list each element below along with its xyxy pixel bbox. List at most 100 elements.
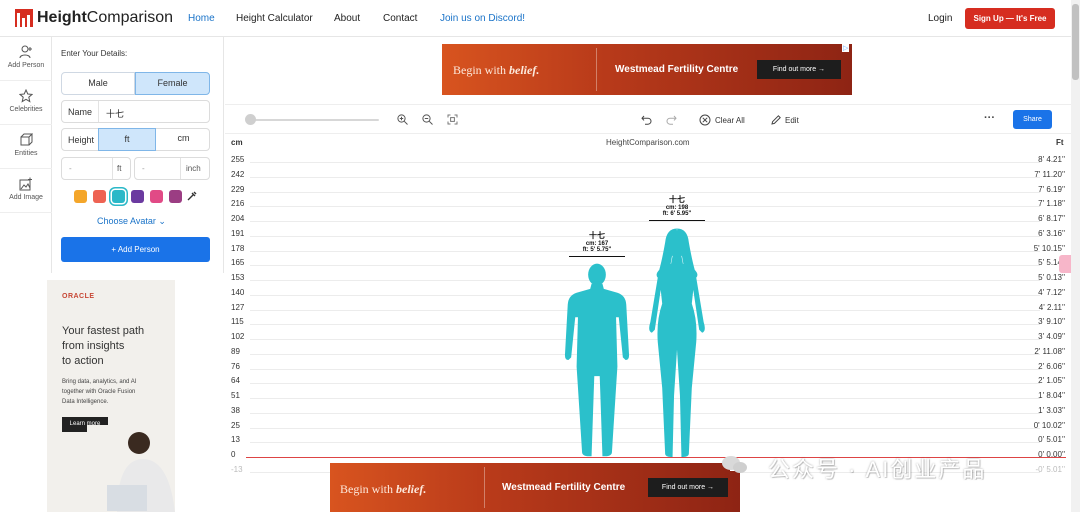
clear-all-button[interactable]: Clear All [715, 116, 745, 125]
zoom-in-icon[interactable] [397, 114, 408, 125]
gender-female-button[interactable]: Female [135, 72, 210, 95]
side-feedback-tab[interactable] [1059, 255, 1071, 273]
color-swatch[interactable] [169, 190, 182, 203]
share-button[interactable]: Share [1013, 110, 1052, 129]
tool-rail: Add Person Celebrities Entities Add Imag… [0, 37, 52, 273]
top-banner-ad[interactable]: Begin with belief. Westmead Fertility Ce… [442, 44, 852, 95]
clear-all-icon[interactable] [699, 114, 711, 126]
cm-tick-label: 191 [231, 228, 245, 238]
color-swatch[interactable] [74, 190, 87, 203]
cm-tick-label: 51 [231, 391, 240, 400]
name-field: Name 十七 [61, 100, 210, 123]
nav-height-calculator[interactable]: Height Calculator [236, 13, 313, 24]
ft-tick-label: 3' 9.10'' [1038, 317, 1065, 327]
cm-tick-label: 89 [231, 346, 240, 356]
nav-contact[interactable]: Contact [383, 13, 417, 24]
star-icon [19, 89, 33, 103]
male-silhouette[interactable] [563, 263, 631, 457]
grid-line [250, 176, 1040, 178]
zoom-slider[interactable] [247, 119, 379, 121]
ft-tick-label: 2' 6.06'' [1038, 361, 1065, 371]
ft-tick-label: 2' 1.05'' [1038, 376, 1065, 386]
cm-tick-label: 13 [231, 435, 240, 445]
redo-icon[interactable] [666, 114, 677, 125]
ft-tick-label: 0' 5.01'' [1038, 435, 1065, 445]
site-label: HeightComparison.com [606, 138, 690, 147]
rail-label: Add Image [9, 194, 43, 201]
ad-find-out-more-button[interactable]: Find out more → [757, 60, 841, 79]
rail-label: Celebrities [9, 106, 43, 113]
ft-tick-label: 4' 2.11'' [1038, 302, 1065, 312]
add-person-button[interactable]: + Add Person [61, 237, 210, 262]
color-swatch[interactable] [112, 190, 125, 203]
ft-tick-label: -0' 5.01'' [1035, 464, 1066, 474]
logo-text[interactable]: HeightComparison [37, 9, 173, 27]
ad-brand: Westmead Fertility Centre [502, 482, 626, 493]
undo-icon[interactable] [641, 114, 652, 125]
more-options-icon[interactable]: ··· [984, 112, 995, 124]
nav-about[interactable]: About [334, 13, 360, 24]
feet-input-group: - ft [61, 157, 131, 180]
color-picker-icon[interactable] [186, 191, 197, 202]
nav-home[interactable]: Home [188, 13, 215, 24]
ft-tick-label: 8' 4.21'' [1038, 155, 1065, 164]
unit-cm-toggle[interactable]: cm [156, 128, 211, 151]
ft-tick-label: 5' 0.13'' [1038, 273, 1065, 282]
name-input[interactable]: 十七 [106, 107, 124, 120]
cm-tick-label: 165 [231, 258, 245, 268]
grid-line [250, 162, 1040, 163]
cm-tick-label: 0 [231, 450, 236, 459]
login-link[interactable]: Login [928, 13, 952, 24]
unit-ft-toggle[interactable]: ft [98, 128, 156, 151]
form-title: Enter Your Details: [61, 49, 128, 58]
color-swatch[interactable] [93, 190, 106, 203]
watermark-text: 公众号 · AI创业产品 [768, 457, 987, 482]
ft-tick-label: 3' 4.09'' [1038, 332, 1065, 341]
rail-entities[interactable]: Entities [0, 125, 52, 169]
bottom-banner-ad[interactable]: Begin with belief. Westmead Fertility Ce… [330, 463, 740, 512]
fit-screen-icon[interactable] [447, 114, 458, 125]
person-height-ft: ft: 5' 5.75'' [582, 247, 612, 254]
ad-tagline: Begin with belief. [340, 482, 427, 496]
cm-tick-label: 25 [231, 420, 240, 430]
ft-tick-label: 0' 10.02'' [1033, 420, 1065, 430]
ft-tick-label: 2' 11.08'' [1034, 346, 1065, 356]
person-name-tag[interactable]: 十七 cm: 167 ft: 5' 5.75'' [569, 230, 625, 258]
ad-choices-icon[interactable]: ▷ [842, 44, 850, 52]
cm-tick-label: 153 [231, 273, 245, 282]
name-tag-underline [649, 220, 705, 222]
logo-icon[interactable] [15, 9, 33, 27]
color-swatch[interactable] [131, 190, 144, 203]
oracle-ad[interactable]: ORACLE ▷ Your fastest pathfrom insightst… [47, 280, 175, 512]
zoom-out-icon[interactable] [422, 114, 433, 125]
inch-input[interactable]: - [142, 164, 145, 173]
edit-button[interactable]: Edit [785, 116, 799, 125]
person-name-tag[interactable]: 十七 cm: 198 ft: 6' 5.95'' [649, 194, 705, 222]
rail-add-image[interactable]: Add Image [0, 169, 52, 213]
rail-label: Add Person [7, 62, 45, 69]
cm-tick-label: 64 [231, 376, 240, 386]
zoom-slider-handle[interactable] [245, 114, 256, 125]
grid-line [250, 191, 1040, 193]
cube-icon [20, 133, 33, 146]
ad-find-out-more-button[interactable]: Find out more → [648, 478, 728, 497]
female-silhouette[interactable] [640, 227, 714, 457]
grid-line [250, 221, 1040, 222]
person-height-ft: ft: 6' 5.95'' [662, 211, 692, 218]
scrollbar-thumb[interactable] [1072, 4, 1079, 80]
signup-button[interactable]: Sign Up — It's Free [965, 8, 1055, 29]
person-name: 十七 [669, 195, 685, 205]
choose-avatar-link[interactable]: Choose Avatar ⌄ [97, 216, 166, 227]
cm-tick-label: 115 [231, 317, 244, 327]
edit-icon[interactable] [770, 114, 782, 126]
cm-tick-label: 140 [231, 287, 245, 297]
nav-discord[interactable]: Join us on Discord! [440, 13, 525, 24]
feet-input[interactable]: - [69, 164, 72, 173]
ft-tick-label: 7' 11.20'' [1034, 169, 1065, 179]
ad-body: Bring data, analytics, and AI together wi… [62, 379, 137, 405]
rail-add-person[interactable]: Add Person [0, 37, 52, 81]
gender-male-button[interactable]: Male [61, 72, 135, 95]
add-person-icon [19, 45, 32, 59]
color-swatch[interactable] [150, 190, 163, 203]
rail-celebrities[interactable]: Celebrities [0, 81, 52, 125]
